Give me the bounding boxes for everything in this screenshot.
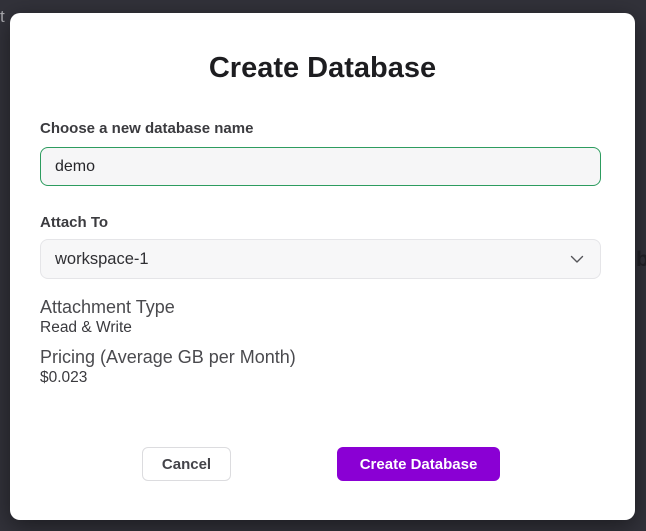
attach-to-select[interactable]: workspace-1 <box>40 239 601 279</box>
pricing-label: Pricing (Average GB per Month) <box>40 347 296 368</box>
database-name-label: Choose a new database name <box>40 120 253 137</box>
create-database-button[interactable]: Create Database <box>337 447 500 481</box>
attachment-type-label: Attachment Type <box>40 297 175 318</box>
attach-to-label: Attach To <box>40 214 108 231</box>
chevron-down-icon <box>568 250 586 268</box>
attach-to-selected-value: workspace-1 <box>55 250 149 269</box>
pricing-value: $0.023 <box>40 369 87 387</box>
background-page-text-fragment: ba <box>636 248 646 272</box>
database-name-input[interactable] <box>40 147 601 186</box>
modal-title: Create Database <box>10 51 635 85</box>
cancel-button[interactable]: Cancel <box>142 447 231 481</box>
background-page-text-fragment: t <box>0 7 5 27</box>
attachment-type-value: Read & Write <box>40 319 132 337</box>
create-database-modal: Create Database Choose a new database na… <box>10 13 635 520</box>
